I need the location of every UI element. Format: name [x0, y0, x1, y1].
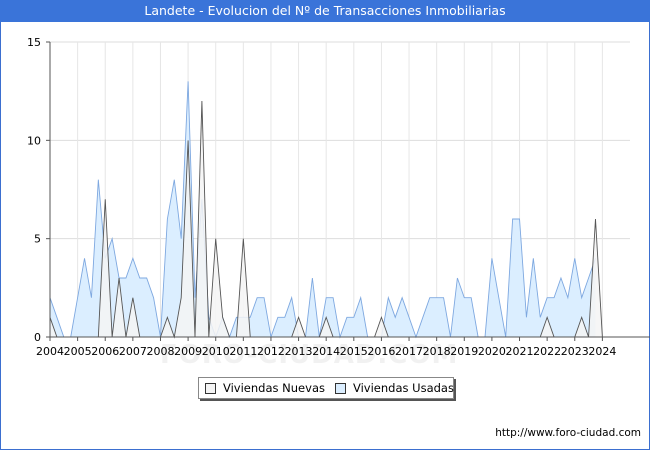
x-tick-label: 2014: [312, 345, 340, 358]
x-tick-label: 2006: [91, 345, 119, 358]
legend-label-nuevas: Viviendas Nuevas: [223, 381, 325, 395]
y-tick-label: 15: [27, 36, 41, 49]
x-tick-label: 2024: [588, 345, 616, 358]
x-tick-label: 2021: [506, 345, 534, 358]
x-tick-label: 2004: [36, 345, 64, 358]
chart-title: Landete - Evolucion del Nº de Transaccio…: [0, 0, 650, 22]
y-tick-label: 5: [34, 233, 41, 246]
chart-plot: 051015 2004 2005 2006 2007 2008 2009 2010 2011 2…: [27, 36, 650, 358]
x-tick-label: 2018: [423, 345, 451, 358]
x-tick-label: 2023: [561, 345, 589, 358]
chart-legend: Viviendas Nuevas Viviendas Usadas: [198, 377, 454, 399]
x-tick-label: 2010: [202, 345, 230, 358]
x-tick-label: 2022: [533, 345, 561, 358]
x-axis-ticks: 2004 2005 2006 2007 2008 2009 2010 2011 2012 2013…: [36, 337, 616, 358]
legend-swatch-usadas: [335, 383, 346, 394]
y-axis-ticks: 0 5 10 15: [27, 36, 50, 344]
x-tick-label: 2007: [119, 345, 147, 358]
x-tick-label: 2017: [395, 345, 423, 358]
x-tick-label: 2020: [478, 345, 506, 358]
x-tick-label: 2012: [257, 345, 285, 358]
y-tick-label: 10: [27, 134, 41, 147]
x-tick-label: 2009: [174, 345, 202, 358]
y-tick-label: 0: [34, 331, 41, 344]
x-tick-label: 2016: [367, 345, 395, 358]
x-tick-label: 2019: [450, 345, 478, 358]
legend-label-usadas: Viviendas Usadas: [353, 381, 454, 395]
x-tick-label: 2005: [64, 345, 92, 358]
legend-swatch-nuevas: [205, 383, 216, 394]
x-tick-label: 2011: [229, 345, 257, 358]
source-url: http://www.foro-ciudad.com: [495, 427, 641, 439]
x-tick-label: 2013: [285, 345, 313, 358]
x-tick-label: 2015: [340, 345, 368, 358]
x-tick-label: 2008: [146, 345, 174, 358]
